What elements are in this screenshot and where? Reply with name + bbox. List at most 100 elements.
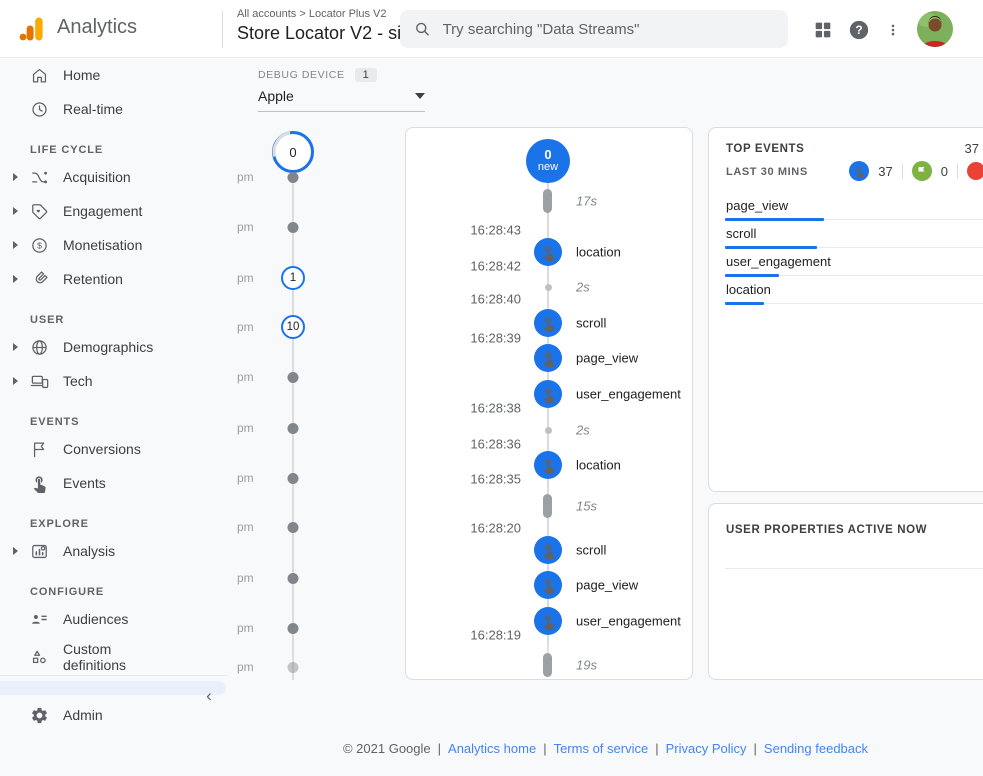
expand-caret-icon[interactable] [13,377,18,385]
footer-link[interactable]: Analytics home [448,741,536,756]
sidebar-item[interactable]: Engagement [0,194,228,228]
minute-node[interactable] [288,423,299,434]
event-touch-icon[interactable] [534,380,562,408]
event-name[interactable]: 19s [576,658,597,673]
minute-node[interactable] [288,473,299,484]
sidebar-item[interactable]: Events [0,466,228,500]
sidebar-item[interactable]: Demographics [0,330,228,364]
expand-caret-icon[interactable] [13,173,18,181]
minute-node[interactable] [288,662,299,673]
event-name[interactable]: page_view [576,351,638,366]
stream-start-circle[interactable]: 0 new [526,139,570,183]
top-event-name[interactable]: user_engagement [726,254,831,269]
top-event-row[interactable]: page_view [725,192,983,220]
sidebar-item-icon [30,236,49,255]
sidebar-item-icon [30,100,49,119]
event-name[interactable]: page_view [576,578,638,593]
top-event-name[interactable]: scroll [726,226,756,241]
footer-link[interactable]: Privacy Policy [666,741,747,756]
stream-node[interactable]: 2s [406,412,692,448]
minute-node[interactable] [288,573,299,584]
sidebar-item[interactable]: Admin [0,698,228,732]
sidebar-item[interactable]: EXPLORE [0,500,228,534]
sidebar-item[interactable] [0,681,226,695]
help-icon[interactable]: ? [848,19,870,41]
event-name[interactable]: 17s [576,194,597,209]
event-name[interactable]: 2s [576,423,590,438]
sidebar-item[interactable]: Audiences [0,602,228,636]
apps-grid-icon[interactable] [812,19,834,41]
footer-link[interactable]: Terms of service [554,741,649,756]
minute-node[interactable] [288,172,299,183]
stream-node[interactable]: user_engagement [406,603,692,639]
expand-caret-icon[interactable] [13,207,18,215]
stream-node[interactable]: 17s [406,183,692,219]
expand-caret-icon[interactable] [13,241,18,249]
stream-node[interactable]: page_view [406,340,692,376]
event-touch-icon[interactable] [534,238,562,266]
sidebar-item-label: Real-time [63,101,123,117]
minute-node[interactable] [288,623,299,634]
event-touch-icon[interactable] [534,344,562,372]
sidebar-item[interactable]: LIFE CYCLE [0,126,228,160]
stream-node[interactable]: location [406,234,692,270]
search-bar[interactable] [400,10,788,48]
top-event-row[interactable]: user_engagement [725,248,983,276]
sidebar-item[interactable]: Conversions [0,432,228,466]
sidebar-item[interactable]: Analysis [0,534,228,568]
sidebar-item[interactable]: Acquisition [0,160,228,194]
kebab-menu-icon[interactable] [886,19,900,41]
sidebar-item[interactable]: USER [0,296,228,330]
stream-node[interactable]: 2s [406,269,692,305]
minute-node[interactable] [288,372,299,383]
top-event-name[interactable]: page_view [726,198,788,213]
event-name[interactable]: scroll [576,543,606,558]
top-event-name[interactable]: location [726,282,771,297]
event-name[interactable]: location [576,458,621,473]
expand-caret-icon[interactable] [13,343,18,351]
event-name[interactable]: 2s [576,280,590,295]
event-name[interactable]: user_engagement [576,614,681,629]
event-name[interactable]: user_engagement [576,387,681,402]
sidebar-item[interactable]: Retention [0,262,228,296]
minute-node[interactable] [288,522,299,533]
sidebar-item-icon [30,66,49,85]
stream-node[interactable]: 15s [406,488,692,524]
minute-node[interactable] [288,222,299,233]
sidebar-item[interactable]: Monetisation [0,228,228,262]
event-touch-icon[interactable] [534,309,562,337]
breadcrumb[interactable]: All accounts > Locator Plus V2 [237,8,387,20]
stream-node[interactable]: scroll [406,532,692,568]
current-minute-circle[interactable]: 0 [270,129,316,175]
sidebar-item[interactable]: Custom definitions [0,636,228,678]
event-touch-icon[interactable] [534,607,562,635]
event-name[interactable]: location [576,245,621,260]
footer: © 2021 Google|Analytics home|Terms of se… [228,741,983,756]
minute-node[interactable]: 1 [281,266,305,290]
sidebar-item[interactable]: Tech [0,364,228,398]
event-touch-icon[interactable] [534,571,562,599]
search-input[interactable] [443,21,774,38]
avatar[interactable] [917,11,953,47]
stream-node[interactable]: page_view [406,567,692,603]
stream-node[interactable]: 19s [406,647,692,680]
stream-node[interactable]: user_engagement [406,376,692,412]
sidebar-item[interactable]: CONFIGURE [0,568,228,602]
stream-node[interactable]: scroll [406,305,692,341]
sidebar-collapse-button[interactable]: ‹ [196,683,222,709]
event-name[interactable]: 15s [576,499,597,514]
sidebar-item[interactable]: EVENTS [0,398,228,432]
sidebar-item[interactable]: Home [0,58,228,92]
top-event-row[interactable]: location [725,276,983,304]
expand-caret-icon[interactable] [13,275,18,283]
sidebar-item-label: Admin [63,707,103,723]
minute-node[interactable]: 10 [281,315,305,339]
top-event-row[interactable]: scroll [725,220,983,248]
event-name[interactable]: scroll [576,316,606,331]
expand-caret-icon[interactable] [13,547,18,555]
stream-node[interactable]: location [406,447,692,483]
footer-link[interactable]: Sending feedback [764,741,868,756]
event-touch-icon[interactable] [534,536,562,564]
sidebar-item[interactable]: Real-time [0,92,228,126]
event-touch-icon[interactable] [534,451,562,479]
